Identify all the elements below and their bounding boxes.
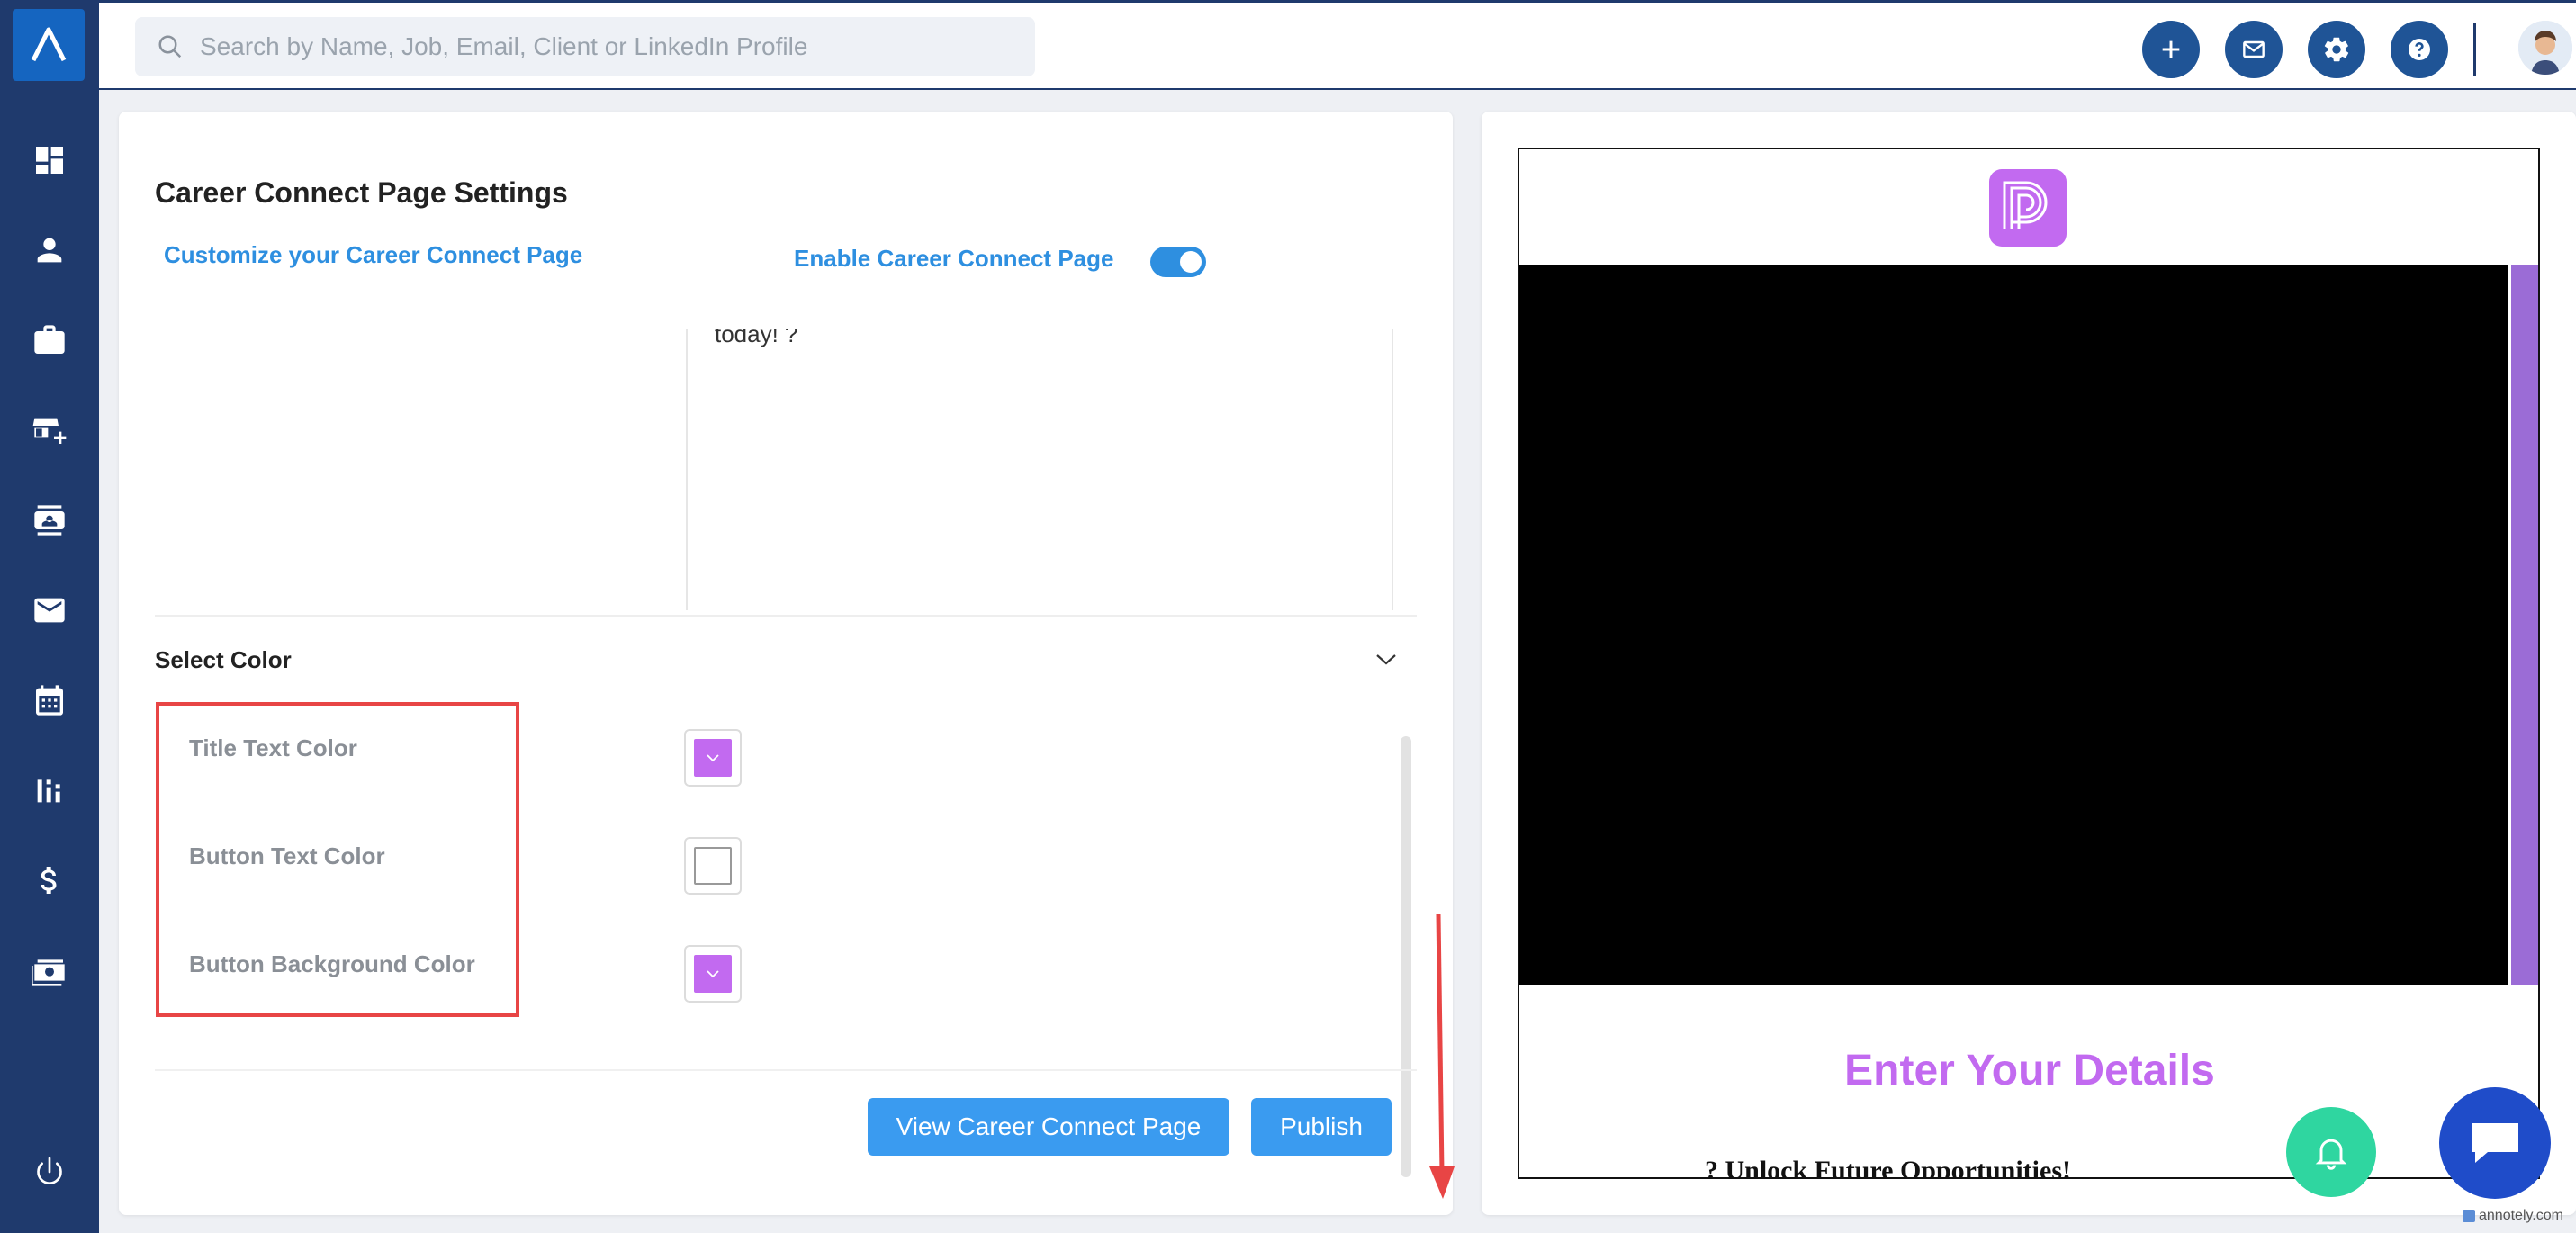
watermark-text: annotely.com (2479, 1208, 2563, 1223)
briefcase-icon (34, 325, 65, 354)
envelope-icon (34, 598, 65, 623)
gear-icon (2324, 37, 2349, 62)
avatar-icon (2518, 21, 2572, 75)
dollar-icon (41, 867, 57, 894)
scrollbar[interactable] (1401, 736, 1411, 1177)
publish-button[interactable]: Publish (1251, 1098, 1392, 1156)
preview-subheading: ? Unlock Future Opportunities! (1705, 1156, 2071, 1179)
annotely-logo-icon (2463, 1210, 2475, 1222)
sidebar-item-candidates[interactable] (0, 223, 99, 277)
title-text-color-label: Title Text Color (189, 734, 357, 761)
sidebar-item-jobs[interactable] (0, 313, 99, 367)
header-divider (2473, 22, 2476, 76)
help-button[interactable] (2391, 21, 2448, 78)
bell-icon (2315, 1138, 2347, 1170)
settings-button[interactable] (2308, 21, 2365, 78)
sidebar-item-dashboard[interactable] (0, 133, 99, 187)
company-logo (1989, 169, 2067, 247)
divider (155, 615, 1417, 616)
person-icon (37, 238, 62, 263)
app-logo-icon (31, 27, 67, 62)
button-text-color-label: Button Text Color (189, 842, 385, 869)
preview-heading: Enter Your Details (1844, 1047, 2215, 1094)
plus-icon (2162, 40, 2180, 58)
button-background-color-swatch (694, 955, 732, 993)
dashboard-icon (36, 147, 63, 174)
company-logo-icon (2003, 181, 2048, 230)
preview-side-banner (2511, 265, 2538, 985)
user-avatar[interactable] (2518, 21, 2572, 75)
sidebar-item-contacts[interactable] (0, 493, 99, 547)
sidebar (0, 0, 99, 1233)
search-bar[interactable] (135, 17, 1035, 76)
sidebar-item-clients[interactable] (0, 403, 99, 457)
watermark: annotely.com (2463, 1208, 2563, 1224)
description-editor[interactable]: today! ? (686, 329, 1393, 610)
preview-card: Enter Your Details ? Unlock Future Oppor… (1482, 112, 2576, 1215)
view-career-connect-button[interactable]: View Career Connect Page (868, 1098, 1229, 1156)
power-icon (37, 1156, 62, 1184)
chevron-down-icon[interactable] (1374, 650, 1399, 668)
chat-icon (2472, 1123, 2518, 1163)
notifications-button[interactable] (2286, 1107, 2376, 1197)
button-background-color-label: Button Background Color (189, 950, 475, 977)
preview-video[interactable] (1519, 265, 2508, 985)
sidebar-item-email[interactable] (0, 583, 99, 637)
app-logo[interactable] (13, 9, 85, 81)
customize-link[interactable]: Customize your Career Connect Page (164, 241, 582, 269)
sidebar-item-logout[interactable] (0, 1145, 99, 1199)
cash-icon (32, 959, 65, 986)
help-icon (2409, 39, 2430, 60)
button-background-color-picker[interactable] (684, 945, 742, 1003)
contact-card-icon (34, 505, 65, 536)
settings-card: Career Connect Page Settings Customize y… (119, 112, 1455, 1215)
store-add-icon (32, 418, 67, 444)
divider (155, 1069, 1417, 1071)
chevron-down-icon (707, 970, 719, 978)
career-page-preview: Enter Your Details ? Unlock Future Oppor… (1518, 148, 2540, 1179)
enable-label: Enable Career Connect Page (794, 245, 1114, 272)
top-header (99, 0, 2576, 90)
calendar-icon (36, 685, 63, 716)
title-text-color-swatch (694, 739, 732, 777)
add-button[interactable] (2142, 21, 2200, 78)
annotation-arrow (1429, 914, 1455, 1199)
button-text-color-picker[interactable] (684, 837, 742, 895)
sidebar-item-billing[interactable] (0, 853, 99, 907)
sidebar-item-reports[interactable] (0, 763, 99, 817)
toggle-knob (1180, 251, 1202, 273)
bar-chart-icon (37, 779, 60, 803)
search-input[interactable] (200, 32, 1010, 61)
sidebar-item-calendar[interactable] (0, 673, 99, 727)
button-text-color-swatch (694, 847, 732, 885)
select-color-heading: Select Color (155, 646, 292, 673)
sidebar-item-payments[interactable] (0, 943, 99, 997)
chevron-down-icon (707, 754, 719, 762)
enable-toggle[interactable] (1150, 247, 1206, 277)
title-text-color-picker[interactable] (684, 729, 742, 787)
chat-button[interactable] (2439, 1087, 2551, 1199)
mail-button[interactable] (2225, 21, 2283, 78)
search-icon (158, 35, 182, 58)
mail-icon (2243, 40, 2265, 58)
page-title: Career Connect Page Settings (155, 176, 568, 209)
editor-text: today! ? (715, 329, 798, 347)
